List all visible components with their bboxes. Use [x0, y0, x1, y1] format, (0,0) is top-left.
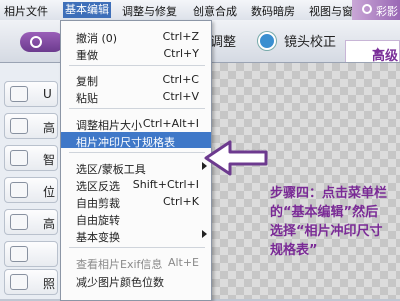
- menu-item-label: 相片冲印尺寸规格表: [76, 136, 175, 149]
- basic-edit-dropdown: 撤消 (0) Ctrl+Z 重做 Ctrl+Y 复制 Ctrl+C 粘贴 Ctr…: [60, 20, 212, 301]
- menu-item-free-rotate[interactable]: 自由旋转: [61, 210, 211, 227]
- sidebar-item-label: 智: [43, 153, 56, 167]
- sidebar-item-portrait[interactable]: 高: [4, 209, 58, 235]
- menu-item-shortcut: Ctrl+Z: [162, 30, 199, 43]
- usm-icon: [10, 86, 28, 102]
- tab-advanced[interactable]: ✦ 高级: [345, 40, 400, 64]
- menu-item-copy[interactable]: 复制 Ctrl+C: [61, 71, 211, 88]
- menu-adjust-repair[interactable]: 调整与修复: [122, 3, 177, 19]
- menu-item-shortcut: Ctrl+C: [162, 73, 199, 86]
- tutorial-annotation: 步骤四：点击菜单栏的“基本编辑”然后选择“相片冲印尺寸规格表”: [270, 186, 388, 258]
- sidebar-item-label: 高: [43, 217, 56, 231]
- menu-item-invert-selection[interactable]: 选区反选 Shift+Ctrl+I: [61, 176, 211, 193]
- lens-icon: [258, 32, 276, 50]
- app-brand: 彩影: [352, 0, 400, 20]
- home-button[interactable]: [20, 32, 64, 52]
- menu-item-resize[interactable]: 调整相片大小 Ctrl+Alt+I: [61, 115, 211, 132]
- eye-icon: [10, 246, 28, 262]
- sidebar-item-label: 高: [43, 121, 56, 135]
- menu-item-shortcut: Ctrl+K: [162, 195, 199, 208]
- sidebar-item-label: U: [43, 87, 52, 101]
- menu-item-label: 粘贴: [76, 92, 98, 105]
- menu-creative[interactable]: 创意合成: [193, 3, 237, 19]
- menu-item-free-crop[interactable]: 自由剪裁 Ctrl+K: [61, 193, 211, 210]
- sidebar-item-eye[interactable]: [4, 241, 58, 267]
- menu-item-label: 自由剪裁: [76, 197, 120, 210]
- menu-item-shortcut: Ctrl+V: [162, 90, 199, 103]
- menu-item-label: 基本变换: [76, 231, 120, 244]
- sidebar-item-smart[interactable]: 智: [4, 145, 58, 171]
- menu-item-reduce-colors[interactable]: 减少图片颜色位数: [61, 272, 211, 289]
- tool-sidebar: U 高 智 位 高 照: [0, 63, 61, 299]
- menu-item-label: 查看相片Exif信息: [76, 258, 163, 271]
- menu-item-paste[interactable]: 粘贴 Ctrl+V: [61, 88, 211, 105]
- menu-bar: 相片文件 基本编辑 调整与修复 创意合成 数码暗房 视图与窗口 彩影: [0, 0, 400, 21]
- menu-item-print-size-table[interactable]: 相片冲印尺寸规格表: [61, 132, 211, 149]
- sidebar-item-label: 照: [43, 277, 56, 291]
- menu-photo-file[interactable]: 相片文件: [4, 3, 48, 19]
- menu-divider: [69, 65, 205, 66]
- menu-item-undo[interactable]: 撤消 (0) Ctrl+Z: [61, 28, 211, 45]
- tab-advanced-label: 高级: [372, 49, 399, 64]
- menu-item-shortcut: Ctrl+Y: [163, 47, 199, 60]
- menu-item-basic-transform[interactable]: 基本变换: [61, 227, 211, 244]
- crop-icon: [10, 182, 28, 198]
- menu-basic-edit[interactable]: 基本编辑: [63, 2, 111, 18]
- app-logo-icon: [362, 4, 372, 14]
- sidebar-item-usm[interactable]: U: [4, 81, 58, 107]
- menu-darkroom[interactable]: 数码暗房: [251, 3, 295, 19]
- menu-item-shortcut: Shift+Ctrl+I: [132, 178, 199, 191]
- menu-divider: [69, 247, 205, 248]
- menu-item-label: 调整相片大小: [76, 119, 142, 132]
- menu-item-exif-info[interactable]: 查看相片Exif信息 Alt+E: [61, 254, 211, 271]
- sidebar-item-label: 位: [43, 185, 56, 199]
- menu-item-label: 选区反选: [76, 180, 120, 193]
- menu-item-shortcut: Alt+E: [167, 256, 199, 269]
- menu-item-label: 减少图片颜色位数: [76, 276, 164, 289]
- menu-item-selection-tool[interactable]: 选区/蒙板工具: [61, 159, 211, 176]
- menu-item-label: 重做: [76, 49, 98, 62]
- menu-item-label: 复制: [76, 75, 98, 88]
- tab-adjust[interactable]: 调整: [210, 31, 236, 50]
- menu-item-shortcut: Ctrl+Alt+I: [142, 117, 199, 130]
- submenu-arrow-icon: [202, 230, 207, 238]
- brand-text: 彩影: [376, 5, 398, 18]
- tab-lens-correction[interactable]: 镜头校正: [284, 31, 336, 50]
- menu-divider: [69, 108, 205, 109]
- comment-icon: [10, 118, 28, 134]
- menu-item-label: 撤消 (0): [76, 32, 118, 45]
- menu-item-redo[interactable]: 重做 Ctrl+Y: [61, 45, 211, 62]
- sidebar-item-photo[interactable]: 照: [4, 269, 58, 295]
- person-icon: [10, 214, 28, 230]
- home-icon: [30, 36, 42, 48]
- pointer-arrow-icon: [204, 140, 268, 176]
- menu-item-label: 选区/蒙板工具: [76, 163, 146, 176]
- menu-divider: [69, 152, 205, 153]
- grid-icon: [10, 150, 28, 166]
- image-icon: [10, 274, 28, 290]
- sidebar-item-advanced[interactable]: 高: [4, 113, 58, 139]
- sidebar-item-position[interactable]: 位: [4, 177, 58, 203]
- menu-item-label: 自由旋转: [76, 214, 120, 227]
